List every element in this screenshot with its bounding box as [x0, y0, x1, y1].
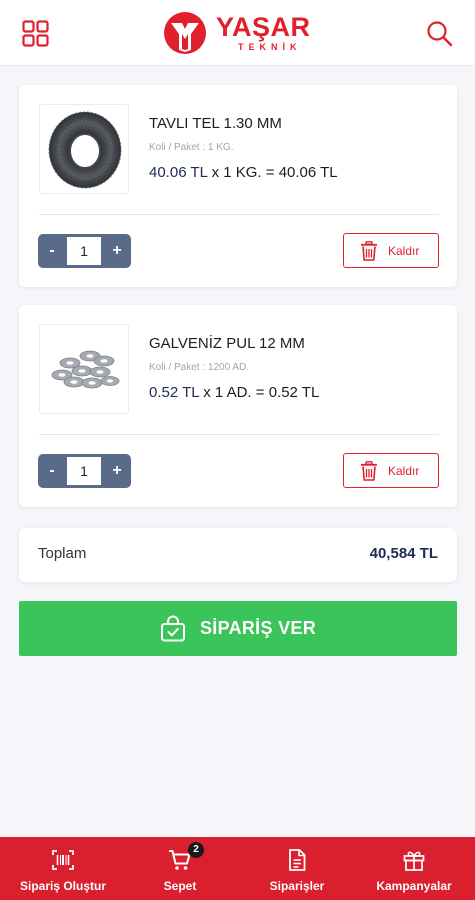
tab-label: Sepet	[163, 879, 197, 893]
remove-label: Kaldır	[388, 244, 420, 258]
increase-button[interactable]: +	[103, 234, 131, 268]
barcode-scan-icon	[52, 850, 74, 870]
product-name[interactable]: GALVENİZ PUL 12 MM	[149, 335, 305, 352]
product-image[interactable]	[39, 324, 129, 414]
place-order-button[interactable]: SİPARİŞ VER	[19, 601, 457, 656]
washers-image	[51, 350, 120, 389]
decrease-button[interactable]: -	[38, 234, 66, 268]
remove-button[interactable]: Kaldır	[343, 453, 439, 488]
trash-icon	[361, 241, 377, 261]
total-value: 40,584 TL	[369, 545, 438, 562]
wire-coil-image	[48, 111, 122, 189]
divider	[39, 434, 439, 435]
tab-label: Sipariş Oluştur	[19, 879, 107, 893]
price-line: 40.06 TL x 1 KG. = 40.06 TL	[149, 164, 338, 181]
tab-campaigns[interactable]: Kampanyalar	[355, 837, 473, 900]
tab-label: Kampanyalar	[376, 879, 452, 893]
quantity-input[interactable]	[67, 457, 101, 485]
increase-button[interactable]: +	[103, 454, 131, 488]
remove-label: Kaldır	[388, 464, 420, 478]
tab-label: Siparişler	[269, 879, 325, 893]
decrease-button[interactable]: -	[38, 454, 66, 488]
product-name[interactable]: TAVLI TEL 1.30 MM	[149, 115, 282, 132]
package-info: Koli / Paket : 1200 AD.	[149, 362, 250, 373]
remove-button[interactable]: Kaldır	[343, 233, 439, 268]
gift-icon	[403, 851, 425, 871]
quantity-expression: x 1 AD. =	[203, 384, 265, 401]
tab-orders[interactable]: Siparişler	[238, 837, 356, 900]
trash-icon	[361, 461, 377, 481]
quantity-expression: x 1 KG. =	[211, 164, 275, 181]
app-header: YAŞAR TEKNİK	[0, 0, 475, 66]
logo-mark-icon	[164, 12, 206, 54]
total-label: Toplam	[38, 545, 87, 562]
tab-cart[interactable]: 2 Sepet	[121, 837, 239, 900]
tab-create-order[interactable]: Sipariş Oluştur	[4, 837, 122, 900]
quantity-stepper: - +	[38, 234, 131, 268]
total-card: Toplam 40,584 TL	[19, 528, 457, 582]
grid-menu-icon[interactable]	[22, 20, 49, 47]
brand-logo[interactable]: YAŞAR TEKNİK	[162, 10, 322, 56]
line-total: 0.52 TL	[268, 384, 320, 401]
search-icon[interactable]	[426, 20, 453, 47]
product-image[interactable]	[39, 104, 129, 194]
line-total: 40.06 TL	[278, 164, 338, 181]
unit-price: 0.52 TL	[149, 384, 200, 401]
package-info: Koli / Paket : 1 KG.	[149, 142, 234, 153]
bottom-tab-bar: Sipariş Oluştur 2 Sepet Siparişler Kampa…	[0, 837, 475, 900]
shopping-bag-check-icon	[161, 615, 185, 642]
place-order-label: SİPARİŞ VER	[200, 618, 316, 638]
divider	[39, 214, 439, 215]
brand-subtitle: TEKNİK	[238, 42, 302, 52]
cart-item: GALVENİZ PUL 12 MM Koli / Paket : 1200 A…	[19, 305, 457, 507]
price-line: 0.52 TL x 1 AD. = 0.52 TL	[149, 384, 319, 401]
cart-item: TAVLI TEL 1.30 MM Koli / Paket : 1 KG. 4…	[19, 85, 457, 287]
document-icon	[289, 849, 306, 871]
brand-name: YAŞAR	[216, 12, 311, 42]
cart-badge: 2	[188, 842, 204, 858]
quantity-stepper: - +	[38, 454, 131, 488]
unit-price: 40.06 TL	[149, 164, 208, 181]
quantity-input[interactable]	[67, 237, 101, 265]
